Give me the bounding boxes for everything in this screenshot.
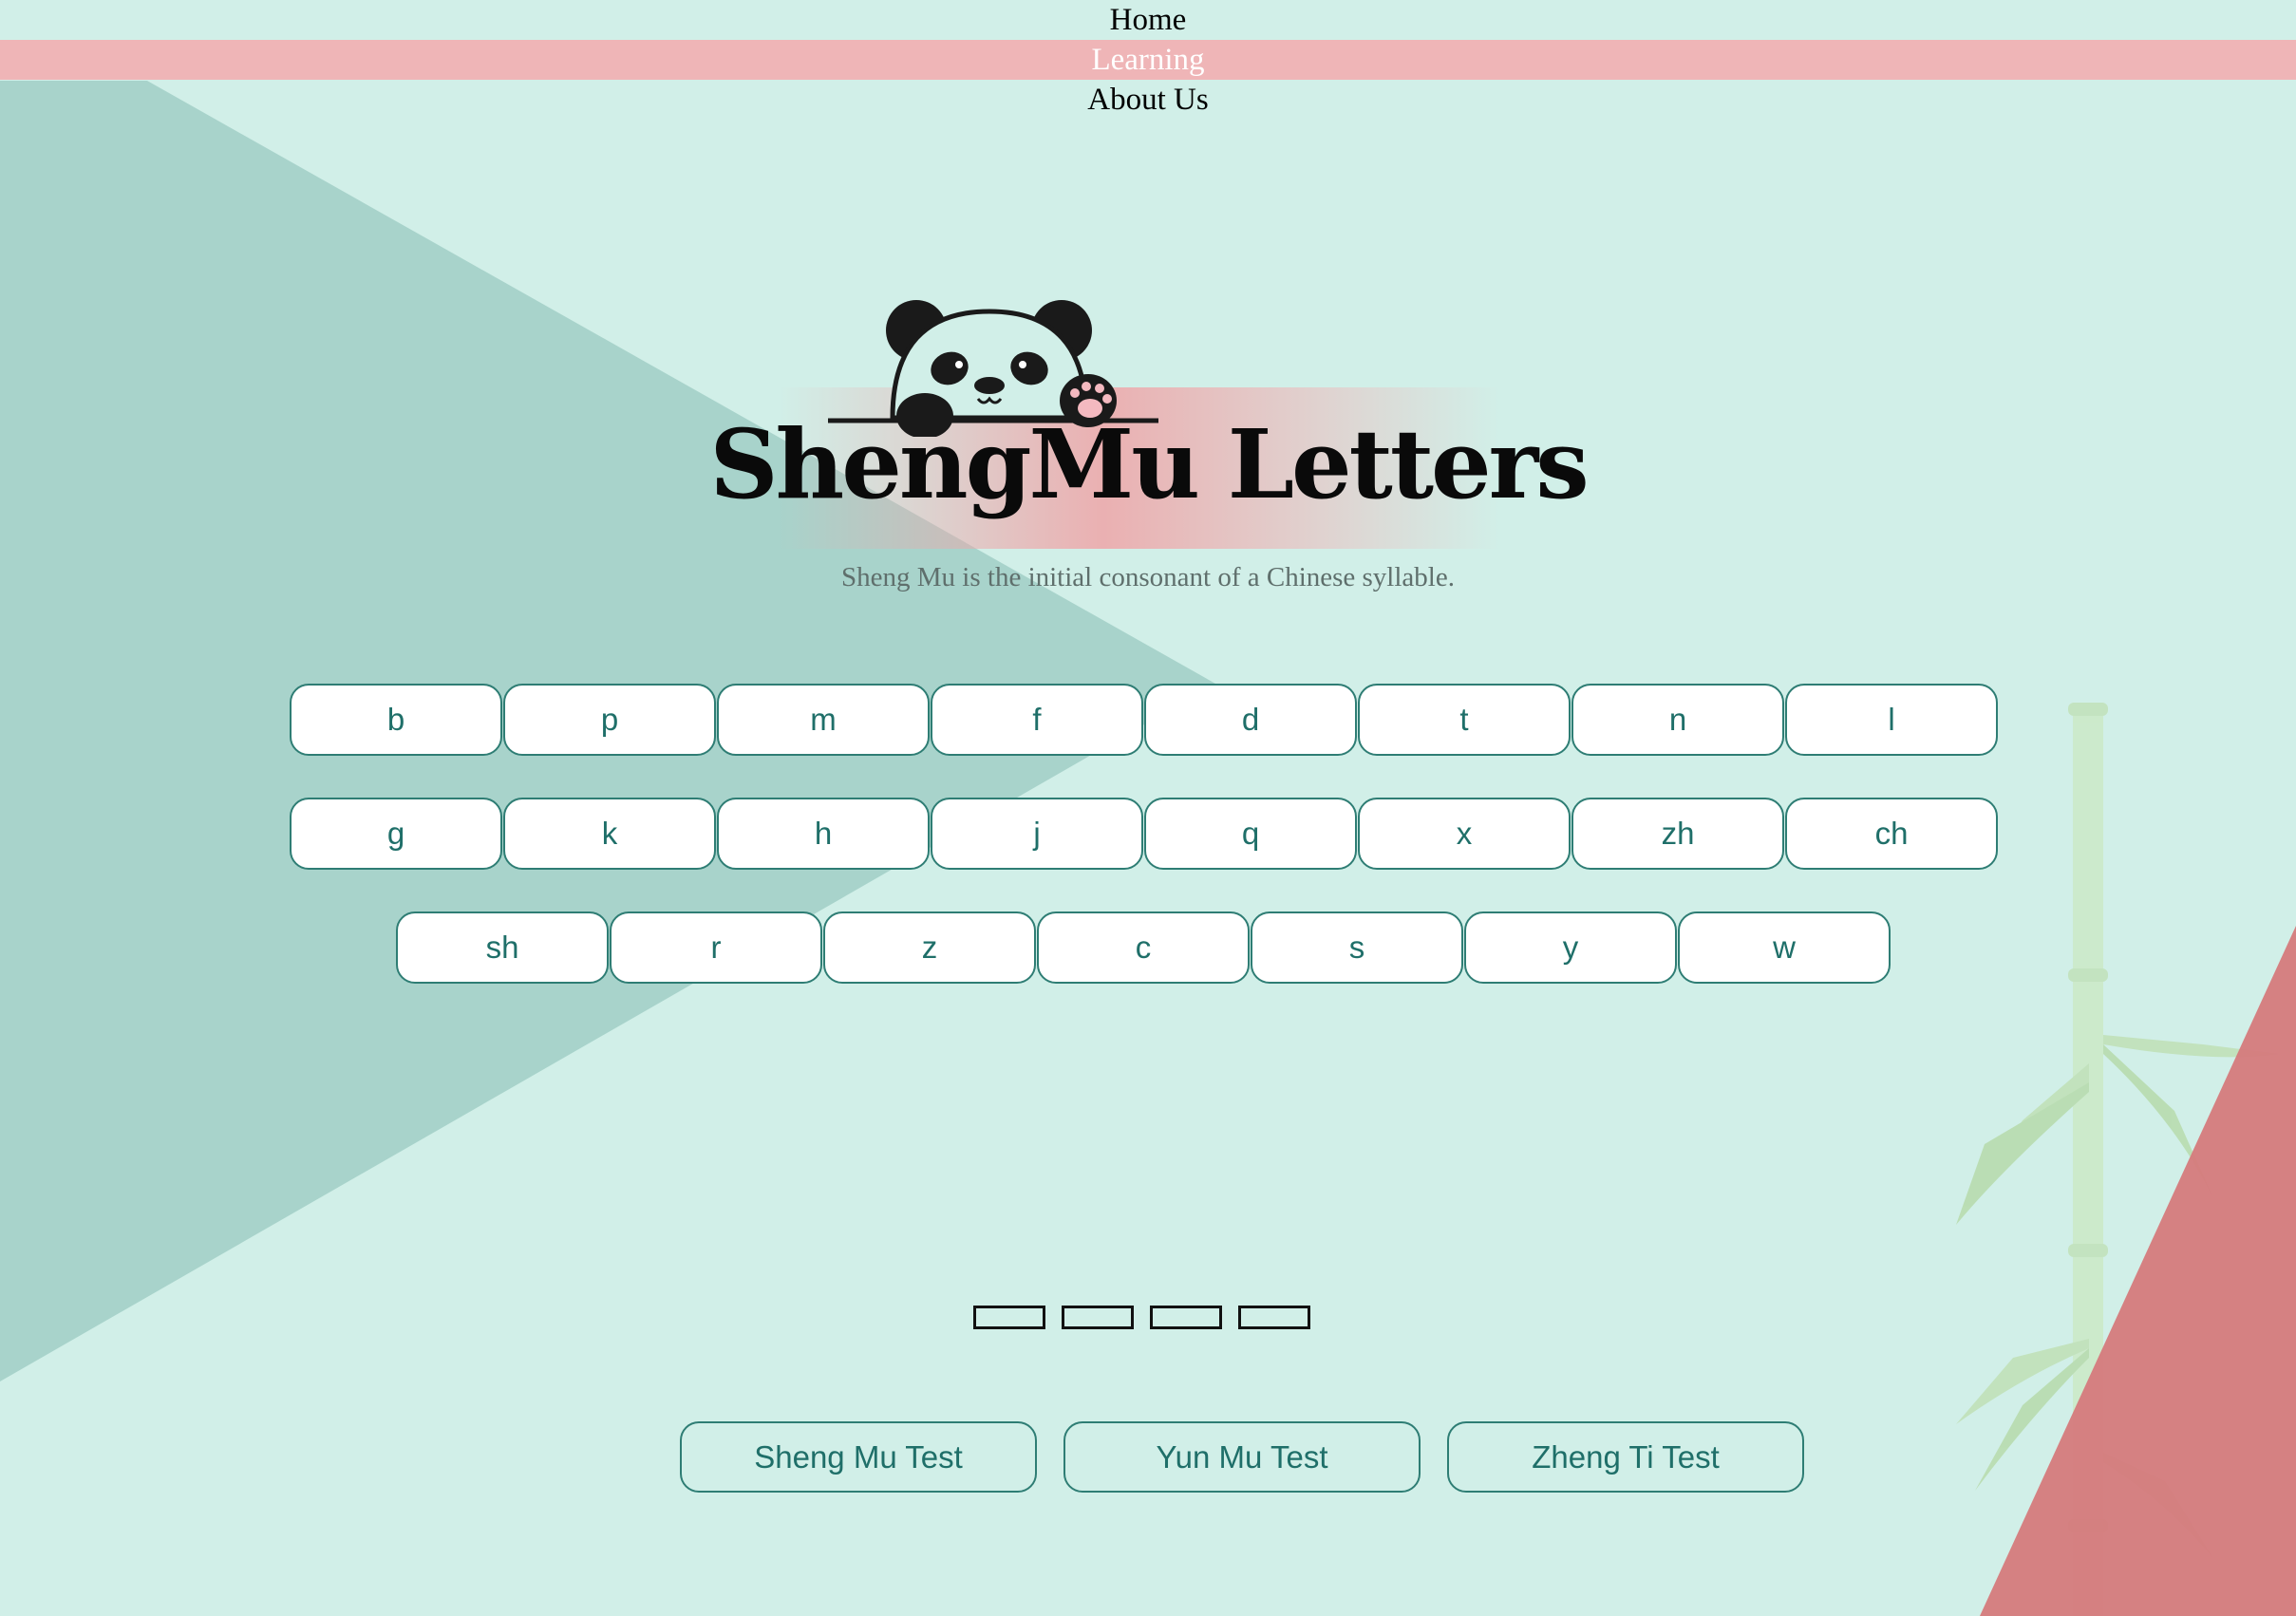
nav-learning[interactable]: Learning — [0, 40, 2296, 80]
nav-about-us[interactable]: About Us — [0, 80, 2296, 120]
letter-button-n[interactable]: n — [1571, 684, 1784, 756]
page-subtitle: Sheng Mu is the initial consonant of a C… — [841, 562, 1455, 592]
letter-row-2: g k h j q x zh ch — [290, 798, 1999, 870]
letter-button-t[interactable]: t — [1358, 684, 1571, 756]
test-buttons: Sheng Mu Test Yun Mu Test Zheng Ti Test — [680, 1421, 1831, 1493]
letter-button-f[interactable]: f — [931, 684, 1143, 756]
slide-indicator-1[interactable] — [973, 1306, 1045, 1329]
letter-button-w[interactable]: w — [1678, 911, 1891, 984]
letter-row-3: sh r z c s y w — [396, 911, 1891, 984]
letter-button-m[interactable]: m — [717, 684, 930, 756]
letter-button-zh[interactable]: zh — [1571, 798, 1784, 870]
letter-button-sh[interactable]: sh — [396, 911, 609, 984]
letter-button-c[interactable]: c — [1037, 911, 1250, 984]
letter-row-1: b p m f d t n l — [290, 684, 1999, 756]
page-title: ShengMu Letters — [709, 408, 1589, 520]
yun-mu-test-button[interactable]: Yun Mu Test — [1063, 1421, 1421, 1493]
slide-indicator-2[interactable] — [1062, 1306, 1134, 1329]
sheng-mu-test-button[interactable]: Sheng Mu Test — [680, 1421, 1037, 1493]
letter-button-z[interactable]: z — [823, 911, 1036, 984]
letter-button-r[interactable]: r — [610, 911, 822, 984]
slide-indicators — [973, 1306, 1327, 1329]
letter-button-h[interactable]: h — [717, 798, 930, 870]
letter-button-j[interactable]: j — [931, 798, 1143, 870]
letter-button-b[interactable]: b — [290, 684, 502, 756]
nav-home[interactable]: Home — [0, 0, 2296, 40]
letter-button-q[interactable]: q — [1144, 798, 1357, 870]
letter-button-k[interactable]: k — [503, 798, 716, 870]
letter-button-p[interactable]: p — [503, 684, 716, 756]
red-triangle — [1980, 926, 2296, 1616]
letter-button-s[interactable]: s — [1251, 911, 1463, 984]
letter-button-d[interactable]: d — [1144, 684, 1357, 756]
letter-button-y[interactable]: y — [1464, 911, 1677, 984]
slide-indicator-3[interactable] — [1150, 1306, 1222, 1329]
main-nav: Home Learning About Us — [0, 0, 2296, 120]
letter-button-g[interactable]: g — [290, 798, 502, 870]
zheng-ti-test-button[interactable]: Zheng Ti Test — [1447, 1421, 1804, 1493]
slide-indicator-4[interactable] — [1238, 1306, 1310, 1329]
letter-button-ch[interactable]: ch — [1785, 798, 1998, 870]
letter-button-l[interactable]: l — [1785, 684, 1998, 756]
letter-button-x[interactable]: x — [1358, 798, 1571, 870]
